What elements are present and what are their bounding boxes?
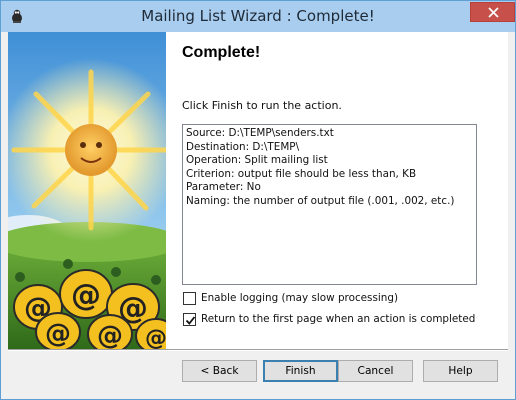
svg-text:@: @ <box>71 278 101 313</box>
summary-line-criterion: Criterion: output file should be less th… <box>186 167 417 180</box>
page-heading: Complete! <box>182 44 261 61</box>
return-first-page-option[interactable]: Return to the first page when an action … <box>183 312 475 326</box>
action-summary-box[interactable]: Source: D:\TEMP\senders.txt Destination:… <box>182 124 477 285</box>
checkmark-icon <box>185 315 196 325</box>
instruction-text: Click Finish to run the action. <box>182 99 342 112</box>
summary-line-source: Source: D:\TEMP\senders.txt <box>186 127 334 139</box>
window-title: Mailing List Wizard : Complete! <box>141 7 375 25</box>
enable-logging-label[interactable]: Enable logging (may slow processing) <box>201 292 398 304</box>
summary-line-naming: Naming: the number of output file (.001,… <box>186 194 455 207</box>
wizard-content-panel: Complete! Click Finish to run the action… <box>166 32 508 349</box>
close-icon <box>488 7 499 18</box>
summary-line-operation: Operation: Split mailing list <box>186 154 328 167</box>
wizard-window: Mailing List Wizard : Complete! @ @ @ @ … <box>0 0 516 400</box>
svg-text:@: @ <box>97 321 123 349</box>
enable-logging-checkbox[interactable] <box>183 291 196 305</box>
cancel-button[interactable]: Cancel <box>338 360 413 382</box>
svg-text:@: @ <box>45 319 71 349</box>
help-button[interactable]: Help <box>423 360 498 382</box>
wizard-client-area: @ @ @ @ @ @ Complete! Click Finish to ru… <box>8 32 508 394</box>
close-button[interactable] <box>470 2 515 22</box>
enable-logging-option[interactable]: Enable logging (may slow processing) <box>183 291 398 305</box>
summary-line-destination: Destination: D:\TEMP\ <box>186 140 300 153</box>
sun-face <box>65 124 117 176</box>
wizard-illustration: @ @ @ @ @ @ <box>8 32 166 349</box>
return-first-page-checkbox[interactable] <box>183 312 196 326</box>
back-button[interactable]: < Back <box>182 360 257 382</box>
finish-button[interactable]: Finish <box>263 360 338 382</box>
summary-line-parameter: Parameter: No <box>186 181 261 194</box>
button-area-divider <box>8 349 508 351</box>
svg-text:@: @ <box>145 326 166 349</box>
return-first-page-label[interactable]: Return to the first page when an action … <box>201 313 475 325</box>
title-bar[interactable]: Mailing List Wizard : Complete! <box>1 1 515 32</box>
